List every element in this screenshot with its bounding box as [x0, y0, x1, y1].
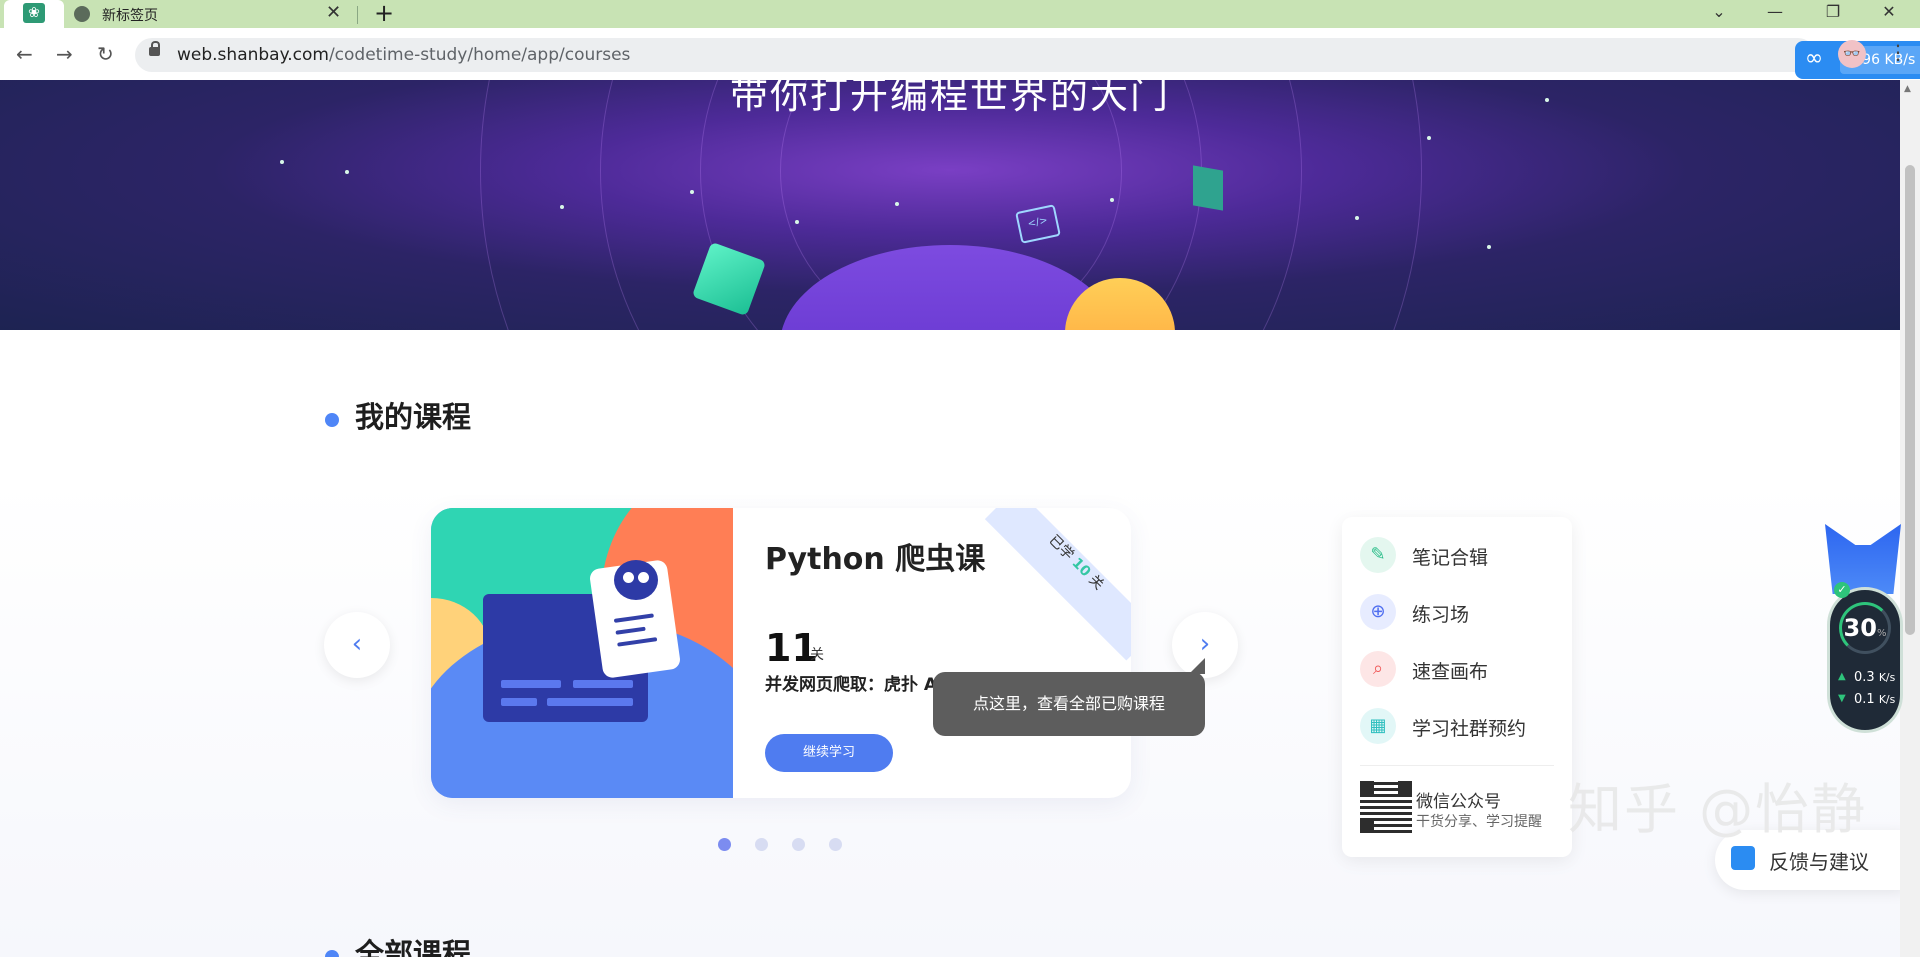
target-icon: ⊕ [1360, 594, 1396, 630]
carousel-dot[interactable] [718, 838, 731, 851]
tab-close-icon[interactable]: ✕ [326, 2, 341, 23]
upload-speed: 0.3 K/s [1854, 670, 1896, 685]
feedback-label: 反馈与建议 [1769, 850, 1869, 874]
pinned-tab[interactable]: ❀ [4, 0, 64, 28]
tab-title: 新标签页 [102, 8, 158, 24]
star [1110, 198, 1114, 202]
decor-line [613, 613, 654, 623]
star [280, 160, 284, 164]
address-bar[interactable]: web.shanbay.com/codetime-study/home/app/… [135, 38, 1920, 79]
my-courses-heading: 我的课程 [355, 400, 472, 434]
spider-eye [623, 572, 634, 583]
scroll-up-icon[interactable]: ▲ [1904, 84, 1911, 94]
minimize-icon[interactable]: — [1752, 0, 1798, 28]
calendar-icon: ▦ [1360, 708, 1396, 744]
carousel-dot[interactable] [792, 838, 805, 851]
check-icon: ✓ [1834, 582, 1850, 598]
course-illustration [431, 508, 733, 798]
window-close-icon[interactable]: ✕ [1866, 0, 1912, 28]
decor-line [501, 698, 537, 706]
search-doc-icon: ⌕ [1360, 651, 1396, 687]
browser-tabstrip: ❀ 新标签页 ✕ + ⌄ — ❐ ✕ [0, 0, 1920, 28]
side-item-label: 速查画布 [1412, 661, 1489, 683]
course-card[interactable]: 已学 10 关 Python 爬虫课 11 关 并发网页爬取：虎扑 ACG 帖子… [431, 508, 1131, 798]
star [345, 170, 349, 174]
forward-icon[interactable]: → [56, 42, 73, 66]
browser-toolbar: ← → ↻ web.shanbay.com/codetime-study/hom… [0, 28, 1920, 80]
network-speed-widget[interactable]: 30% ▲ 0.3 K/s ▼ 0.1 K/s [1830, 590, 1900, 730]
watermark: 知乎 @怡静 [1568, 778, 1868, 841]
note-icon: ✎ [1360, 537, 1396, 573]
hero-banner: </> 带你打开编程世界的大门 [0, 80, 1900, 330]
spider-eye [638, 572, 649, 583]
carousel-dot[interactable] [755, 838, 768, 851]
side-item-label: 练习场 [1412, 604, 1470, 626]
all-courses-heading: 全部课程 [355, 937, 472, 957]
tab-search-icon[interactable]: ⌄ [1696, 0, 1742, 28]
carousel-dot[interactable] [829, 838, 842, 851]
decor-line [573, 680, 633, 688]
decor-line [547, 698, 633, 706]
star [690, 190, 694, 194]
star [895, 202, 899, 206]
spider-icon [614, 560, 658, 600]
scroll-thumb[interactable] [1905, 165, 1915, 635]
wechat-subtitle: 干货分享、学习提醒 [1416, 814, 1542, 830]
quick-links-panel: ✎ 笔记合辑 ⊕ 练习场 ⌕ 速查画布 ▦ 学习社群预约 微信公众号 干货分享、… [1342, 517, 1572, 857]
download-speed-widget: 0.1 K/s [1854, 692, 1896, 707]
all-courses-tooltip[interactable]: 点这里，查看全部已购课程 [933, 658, 1205, 736]
back-icon[interactable]: ← [16, 42, 33, 66]
carousel-prev-button[interactable]: ‹ [324, 612, 390, 678]
side-item-label: 学习社群预约 [1412, 718, 1527, 740]
side-item-label: 笔记合辑 [1412, 547, 1489, 569]
reload-icon[interactable]: ↻ [97, 42, 114, 66]
document-illustration [1193, 165, 1223, 211]
carousel-next-button[interactable]: › [1172, 612, 1238, 678]
star [1427, 136, 1431, 140]
decor-line [615, 626, 646, 635]
continue-learning-button[interactable]: 继续学习 [765, 734, 893, 772]
star [560, 205, 564, 209]
globe-icon [74, 6, 90, 22]
profile-avatar[interactable]: 👓 [1838, 40, 1866, 68]
decor-line [501, 680, 561, 688]
cloud-logo-icon: ∞ [1804, 46, 1824, 71]
page-scrollbar[interactable]: ▲ [1900, 80, 1920, 957]
wechat-title: 微信公众号 [1416, 792, 1501, 812]
download-arrow-icon: ▼ [1838, 693, 1846, 704]
lock-icon[interactable] [149, 41, 160, 56]
decor-line [617, 637, 658, 647]
restore-icon[interactable]: ❐ [1810, 0, 1856, 28]
section-marker [325, 950, 339, 957]
star [1487, 245, 1491, 249]
new-tab-button[interactable]: + [374, 0, 394, 27]
course-title: Python 爬虫课 [765, 542, 986, 577]
shanbay-favicon-icon: ❀ [23, 3, 45, 23]
star [795, 220, 799, 224]
star [1355, 216, 1359, 220]
tab-new-tab[interactable]: 新标签页 ✕ [64, 0, 354, 28]
qr-code-icon [1360, 781, 1412, 833]
speed-percent: 30% [1843, 614, 1887, 642]
banner-title: 带你打开编程世界的大门 [729, 80, 1170, 117]
upload-arrow-icon: ▲ [1838, 671, 1846, 682]
tab-separator [357, 6, 358, 24]
url-text[interactable]: web.shanbay.com/codetime-study/home/app/… [177, 45, 630, 65]
browser-menu-icon[interactable]: ⋮ [1888, 40, 1908, 64]
level-unit: 关 [810, 647, 824, 663]
divider [1360, 765, 1554, 766]
feedback-icon [1731, 846, 1755, 870]
section-marker [325, 413, 339, 427]
